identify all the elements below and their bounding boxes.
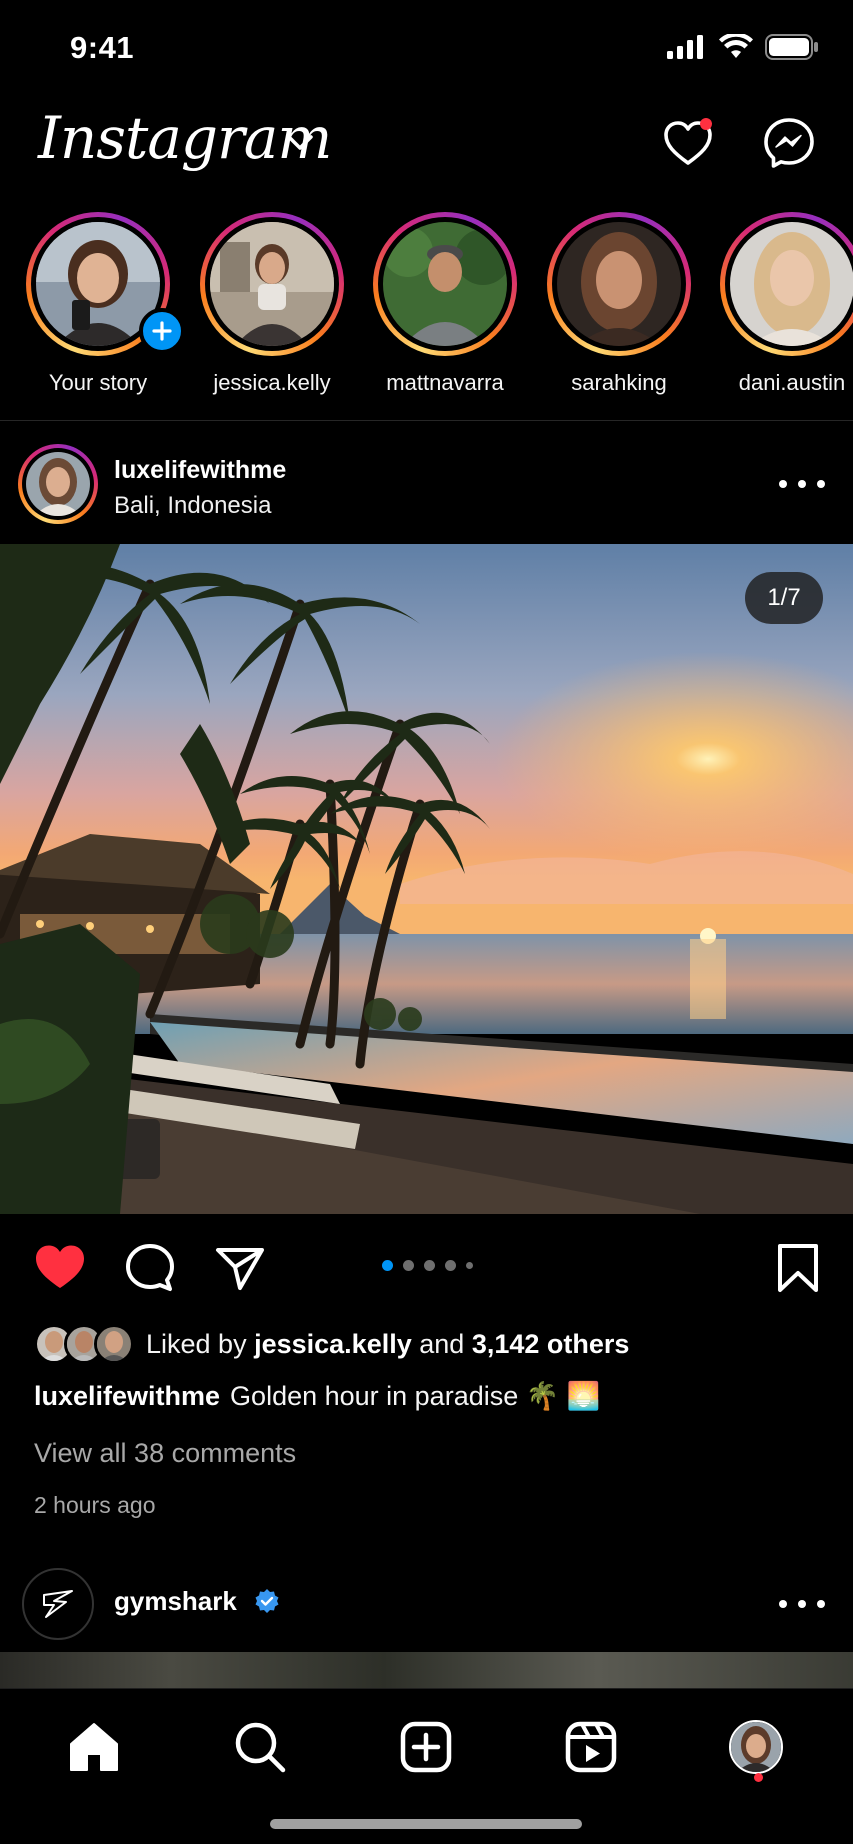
story-username: jessica.kelly	[213, 370, 331, 395]
tab-create[interactable]	[394, 1715, 458, 1779]
story-item-mattnavarra[interactable]: mattnavarra	[370, 208, 520, 408]
home-icon	[70, 1723, 118, 1771]
avatar	[557, 222, 681, 346]
avatar	[210, 222, 334, 346]
story-username: mattnavarra	[386, 370, 504, 395]
post-timestamp: 2 hours ago	[34, 1492, 156, 1518]
bookmark-save-icon[interactable]	[770, 1240, 826, 1296]
wifi-icon	[719, 34, 753, 58]
carousel-dot-active	[382, 1260, 393, 1271]
next-post-more-options-icon[interactable]	[779, 1596, 825, 1612]
post-location[interactable]: Bali, Indonesia	[114, 492, 271, 520]
tab-reels[interactable]	[559, 1715, 623, 1779]
comment-icon[interactable]	[122, 1240, 178, 1296]
story-item-jessica-kelly[interactable]: jessica.kelly	[197, 208, 347, 408]
next-post-header: gymshark	[0, 1562, 853, 1648]
post-image[interactable]: 1/7	[0, 544, 853, 1214]
share-send-icon[interactable]	[212, 1240, 268, 1296]
create-post-icon	[400, 1721, 452, 1773]
likes-count[interactable]: 3,142 others	[472, 1329, 630, 1359]
post-header: luxelifewithme Bali, Indonesia	[0, 436, 853, 536]
story-username: dani.austin	[738, 370, 846, 395]
post-caption: luxelifewithme Golden hour in paradise 🌴 …	[34, 1380, 600, 1412]
avatar	[94, 1324, 134, 1364]
caption-username[interactable]: luxelifewithme	[34, 1381, 220, 1411]
next-post-image-peek[interactable]	[0, 1652, 853, 1692]
home-indicator[interactable]	[270, 1819, 582, 1829]
status-time: 9:41	[70, 30, 135, 65]
story-item-sarahking[interactable]: sarahking	[544, 208, 694, 408]
post-username[interactable]: luxelifewithme	[114, 456, 286, 485]
messenger-icon[interactable]	[760, 114, 818, 172]
gymshark-logo-icon	[43, 1590, 73, 1618]
stories-tray: Your story jessica.kelly mattnavarra sar…	[0, 208, 853, 408]
carousel-dot	[424, 1260, 435, 1271]
post-more-options-icon[interactable]	[779, 476, 825, 492]
story-item-dani-austin[interactable]: dani.austin	[717, 208, 853, 408]
tab-home[interactable]	[62, 1715, 126, 1779]
battery-icon	[765, 34, 818, 60]
chevron-down-icon[interactable]	[286, 134, 314, 152]
likes-text: Liked by jessica.kelly and 3,142 others	[146, 1328, 630, 1359]
carousel-dot	[466, 1262, 473, 1269]
avatar	[383, 222, 507, 346]
reels-icon	[565, 1721, 617, 1773]
next-post-username[interactable]: gymshark	[114, 1586, 237, 1617]
search-icon	[235, 1722, 286, 1773]
story-username: Your story	[48, 370, 148, 395]
post-actions	[0, 1230, 853, 1300]
status-icons	[667, 34, 819, 60]
view-comments-link[interactable]: View all 38 comments	[34, 1438, 296, 1469]
cellular-signal-icon	[667, 35, 703, 59]
tab-profile[interactable]	[724, 1715, 788, 1779]
liked-by-avatars	[34, 1324, 134, 1364]
add-story-button[interactable]	[139, 308, 185, 354]
carousel-dot	[403, 1260, 414, 1271]
plus-icon	[152, 321, 172, 341]
story-username: sarahking	[571, 370, 667, 395]
carousel-counter-badge: 1/7	[745, 572, 823, 624]
likes-summary[interactable]: Liked by jessica.kelly and 3,142 others	[34, 1322, 629, 1366]
stories-divider	[0, 420, 853, 421]
avatar	[730, 222, 853, 346]
story-item-your-story[interactable]: Your story	[23, 208, 185, 408]
next-post-avatar[interactable]	[22, 1568, 94, 1640]
liked-by-user[interactable]: jessica.kelly	[254, 1329, 412, 1359]
tab-search[interactable]	[228, 1715, 292, 1779]
profile-notification-dot	[754, 1773, 763, 1782]
carousel-dot	[445, 1260, 456, 1271]
carousel-dots	[382, 1260, 473, 1271]
notification-dot	[700, 118, 712, 130]
caption-text: Golden hour in paradise 🌴 🌅	[230, 1381, 601, 1411]
sunset-pool-photo	[0, 544, 853, 1214]
post-author-avatar[interactable]	[18, 444, 98, 524]
like-heart-icon[interactable]	[32, 1240, 88, 1296]
status-bar: 9:41	[0, 0, 853, 96]
bottom-tab-bar	[0, 1688, 853, 1844]
app-header: Instagram	[0, 96, 853, 206]
profile-avatar	[729, 1720, 783, 1774]
verified-badge-icon	[255, 1589, 279, 1613]
